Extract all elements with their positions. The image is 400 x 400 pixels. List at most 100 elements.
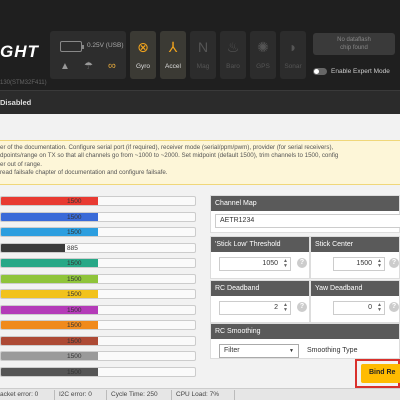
channel-bar-fill (1, 259, 98, 267)
i2c-error: I2C error: 0 (59, 391, 92, 398)
rc-deadband-value: 2 (274, 304, 278, 311)
panel-title: 'Stick Low' Threshold (211, 237, 309, 252)
bind-receiver-button[interactable]: Bind Re (361, 364, 400, 383)
sensor-sonar: ◗ Sonar (280, 31, 306, 79)
rc-deadband-input[interactable]: 2 ▲ ▼ (219, 301, 291, 315)
channel-bar-fill (1, 290, 98, 298)
rc-deadband-panel: RC Deadband 2 ▲ ▼ ? (210, 280, 310, 323)
sensor-label: GPS (256, 63, 270, 70)
stick-center-panel: Stick Center 1500 ▲ ▼ ? (310, 236, 400, 279)
bind-button-highlight: Bind Re (355, 359, 400, 388)
sensor-label: Mag (196, 63, 210, 70)
cycle-time: Cycle Time: 250 (111, 391, 158, 398)
sensor-baro: ♨ Baro (220, 31, 246, 79)
smoothing-select-value: Filter (224, 347, 240, 354)
channel-value: 1500 (67, 198, 82, 205)
help-icon[interactable]: ? (297, 258, 307, 268)
receiver-help-note: er of the documentation. Configure seria… (0, 140, 400, 185)
stick-center-input[interactable]: 1500 ▲ ▼ (333, 257, 385, 271)
channel-bar-fill (1, 228, 98, 236)
channel-map-panel: Channel Map AETR1234 (210, 195, 400, 233)
panel-title: Stick Center (311, 237, 399, 252)
smoothing-type-select[interactable]: Filter ▼ (219, 344, 299, 358)
stick-low-value: 1050 (262, 260, 278, 267)
channel-value: 1500 (67, 229, 82, 236)
spinner-icon[interactable]: ▲ ▼ (377, 259, 382, 269)
parachute-icon: ☂ (84, 61, 93, 72)
channel-bar-fill (1, 243, 66, 252)
sensor-accel: ⅄ Accel (160, 31, 186, 79)
channel-value: 885 (67, 244, 78, 252)
channel-bar: 1500 (0, 289, 196, 299)
yaw-deadband-input[interactable]: 0 ▲ ▼ (333, 301, 385, 315)
accel-icon: ⅄ (168, 39, 178, 55)
firmware-info: 130(STM32F411) (0, 80, 47, 86)
yaw-deadband-value: 0 (368, 304, 372, 311)
spinner-icon[interactable]: ▲ ▼ (283, 259, 288, 269)
spinner-icon[interactable]: ▲ ▼ (283, 303, 288, 313)
arming-status-bar: Disabled (0, 90, 400, 114)
help-icon[interactable]: ? (389, 302, 399, 312)
toggle-switch[interactable] (313, 68, 327, 75)
mag-icon: N (197, 39, 209, 55)
expert-mode-toggle[interactable]: Enable Expert Mode (313, 68, 390, 75)
link-icon: ∞ (108, 60, 116, 72)
channel-value: 1500 (67, 322, 82, 329)
channel-value: 1500 (67, 260, 82, 267)
gyro-icon: ⊗ (137, 39, 149, 55)
dataflash-line: No dataflash (337, 37, 371, 43)
rc-smoothing-panel: RC Smoothing Filter ▼ Smoothing Type (210, 323, 400, 359)
sensor-mag: N Mag (190, 31, 216, 79)
channel-bar: 1500 (0, 304, 196, 315)
help-icon[interactable]: ? (389, 258, 399, 268)
sensor-label: Gyro (135, 63, 151, 70)
gps-icon: ✺ (257, 39, 269, 55)
channel-bar: 885 (0, 242, 196, 253)
sensor-label: Sonar (284, 63, 302, 70)
channel-map-input[interactable]: AETR1234 (215, 214, 400, 228)
channel-bar: 1500 (0, 196, 196, 206)
channel-bar: 1500 (0, 258, 196, 268)
expert-mode-label: Enable Expert Mode (331, 68, 390, 75)
dataflash-status: No dataflash chip found (313, 33, 395, 55)
channel-bar: 1500 (0, 227, 196, 237)
stick-low-input[interactable]: 1050 ▲ ▼ (219, 257, 291, 271)
channel-value: 1500 (67, 306, 82, 314)
note-line: er out of range. (0, 160, 42, 168)
channel-bar-fill (1, 305, 98, 314)
top-header: GHT 130(STM32F411) 0.25V (USB) ▲ ☂ ∞ ⊗ G… (0, 0, 400, 90)
sensor-status: ⊗ Gyro ⅄ Accel N Mag ♨ Baro ✺ GPS ◗ Sona… (130, 31, 310, 79)
battery-icon (60, 41, 84, 52)
panel-title: RC Deadband (211, 281, 309, 296)
divider (171, 390, 172, 400)
channel-value: 1500 (67, 368, 82, 376)
panel-title: RC Smoothing (211, 324, 399, 339)
divider (234, 390, 235, 400)
stick-center-value: 1500 (356, 260, 372, 267)
panel-title: Yaw Deadband (311, 281, 399, 296)
power-status-box: 0.25V (USB) ▲ ☂ ∞ (50, 31, 126, 79)
help-icon[interactable]: ? (297, 302, 307, 312)
sensor-label: Accel (165, 63, 181, 70)
channel-bar-fill (1, 336, 98, 345)
chevron-down-icon: ▼ (289, 348, 294, 354)
battery-voltage: 0.25V (USB) (87, 42, 124, 49)
channel-bar: 1500 (0, 366, 196, 377)
sensor-gps: ✺ GPS (250, 31, 276, 79)
packet-error: acket error: 0 (0, 391, 39, 398)
channel-bar-fill (1, 274, 98, 283)
yaw-deadband-panel: Yaw Deadband 0 ▲ ▼ ? (310, 280, 400, 323)
spinner-icon[interactable]: ▲ ▼ (377, 303, 382, 313)
channel-bar-fill (1, 197, 98, 205)
status-bar: acket error: 0 I2C error: 0 Cycle Time: … (0, 388, 400, 400)
channel-bar: 1500 (0, 273, 196, 284)
dataflash-line: chip found (340, 45, 368, 51)
channel-bar-fill (1, 367, 98, 376)
channel-bar: 1500 (0, 351, 196, 361)
stick-low-panel: 'Stick Low' Threshold 1050 ▲ ▼ ? (210, 236, 310, 279)
channel-bar-fill (1, 352, 98, 360)
panel-title: Channel Map (211, 196, 399, 211)
baro-icon: ♨ (226, 39, 240, 55)
channel-bar: 1500 (0, 320, 196, 330)
channel-bar: 1500 (0, 211, 196, 222)
